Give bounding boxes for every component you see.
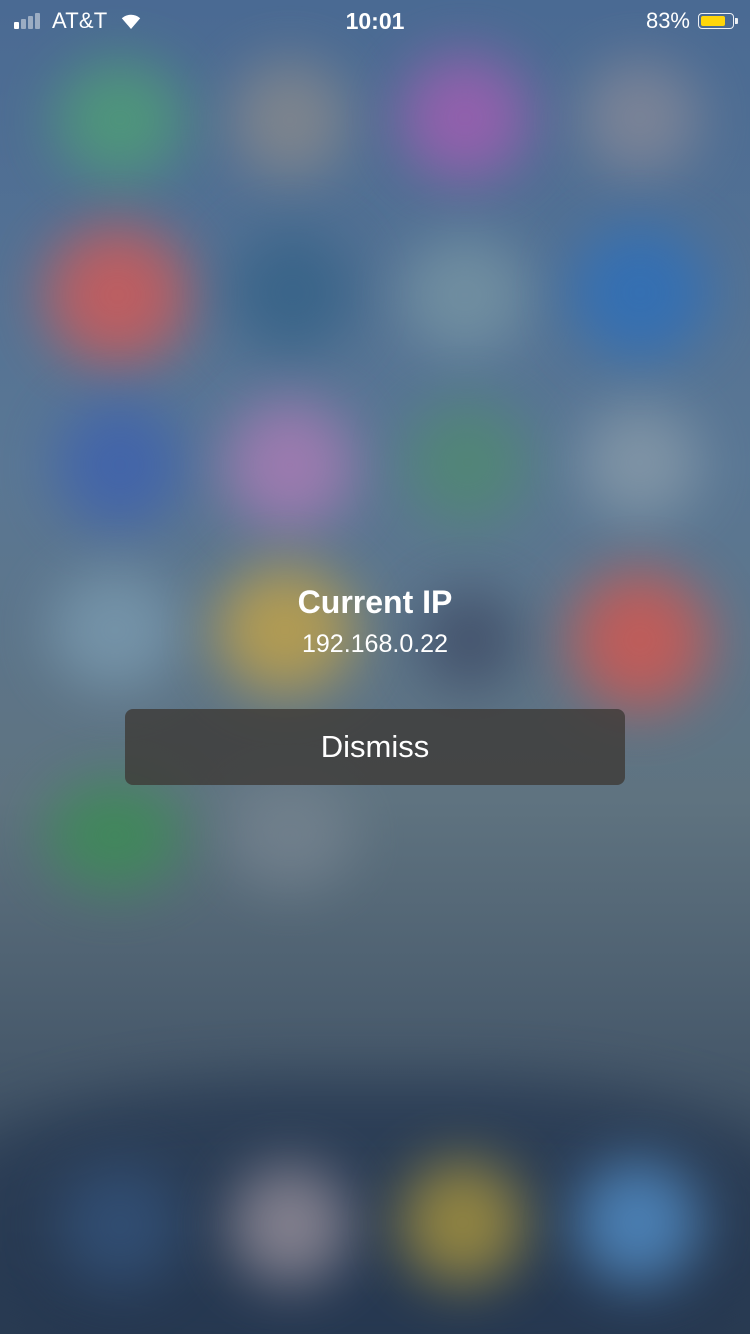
- blurred-dock-icon: [230, 1165, 350, 1285]
- alert-message-ip-address: 192.168.0.22: [302, 630, 448, 658]
- battery-icon: [698, 13, 738, 29]
- screen: AT&T 10:01 83% Current IP 192.168.0.22 D…: [0, 0, 750, 1334]
- blurred-app-icon: [45, 780, 185, 890]
- blurred-app-icon: [55, 60, 185, 180]
- blurred-app-icon: [55, 400, 185, 530]
- blurred-app-icon: [580, 60, 700, 175]
- status-bar-time: 10:01: [345, 8, 405, 34]
- alert: Current IP 192.168.0.22: [0, 580, 750, 662]
- blurred-dock-icon: [575, 1160, 700, 1285]
- status-bar-right: 83%: [645, 8, 738, 34]
- battery-nub: [735, 18, 738, 24]
- battery-level-fill: [701, 16, 725, 26]
- alert-title: Current IP: [297, 584, 453, 620]
- blurred-app-icon: [580, 405, 700, 520]
- blurred-app-icon: [230, 60, 350, 180]
- status-bar: AT&T 10:01 83%: [0, 0, 750, 40]
- blurred-home-screen-background: [0, 0, 750, 1334]
- blurred-dock-icon: [60, 1165, 180, 1285]
- blurred-app-icon: [400, 235, 530, 355]
- blurred-dock-icon: [400, 1160, 525, 1285]
- blurred-app-icon: [225, 400, 355, 530]
- blurred-app-icon: [45, 225, 190, 365]
- blurred-app-icon: [570, 225, 710, 360]
- blurred-app-icon: [405, 400, 530, 525]
- dismiss-button[interactable]: Dismiss: [125, 709, 625, 785]
- blurred-app-icon: [400, 55, 530, 180]
- blurred-app-icon: [225, 780, 355, 890]
- blurred-app-icon: [230, 230, 355, 355]
- battery-percentage: 83%: [645, 8, 690, 33]
